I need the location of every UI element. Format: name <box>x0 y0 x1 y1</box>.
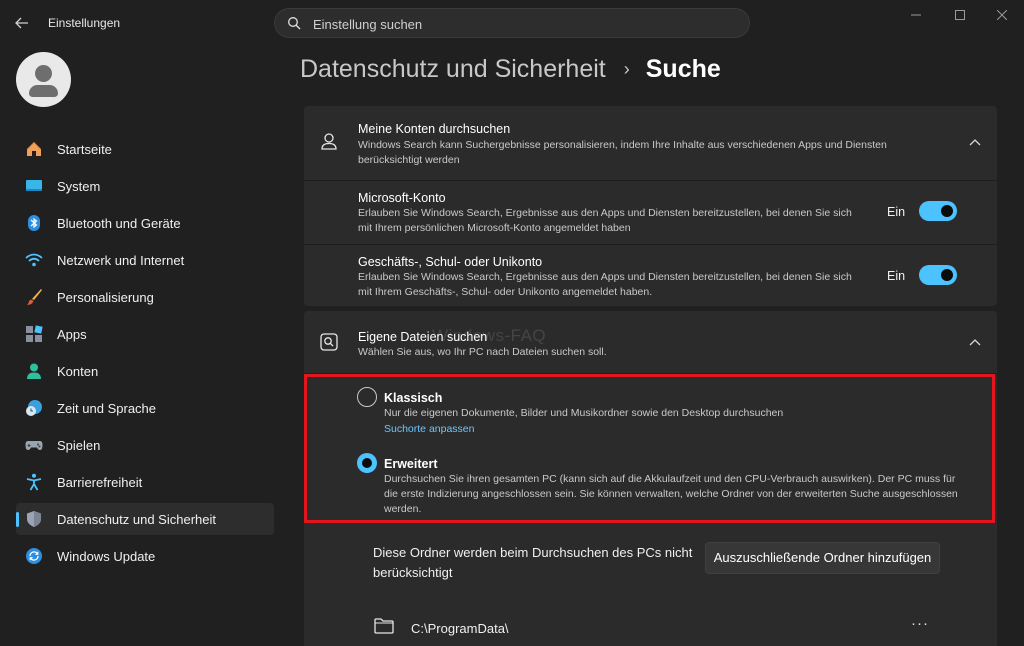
sidebar-item-barrierefreiheit[interactable]: Barrierefreiheit <box>16 466 274 498</box>
watermark: Windows-FAQ <box>432 326 547 345</box>
settings-search-box[interactable] <box>274 8 750 38</box>
sidebar-item-label: Personalisierung <box>57 289 154 305</box>
bluetooth-icon <box>25 214 43 232</box>
microsoft-account-title: Microsoft-Konto <box>358 191 446 205</box>
sidebar-item-label: Barrierefreiheit <box>57 474 143 490</box>
sidebar-item-datenschutz[interactable]: Datenschutz und Sicherheit <box>16 503 274 535</box>
monitor-icon <box>25 177 43 195</box>
toggle-knob <box>941 269 953 281</box>
sidebar-item-label: Startseite <box>57 141 112 157</box>
shield-icon <box>25 510 43 528</box>
sidebar-item-label: Konten <box>57 363 99 379</box>
maximize-button[interactable] <box>942 6 978 26</box>
title-bar: Einstellungen <box>0 0 1024 46</box>
sidebar-item-personalisierung[interactable]: Personalisierung <box>16 281 274 313</box>
excluded-folder-item: C:\ProgramData\ ··· <box>358 595 956 646</box>
add-excluded-folder-button[interactable]: Auszuschließende Ordner hinzufügen <box>705 542 940 574</box>
sidebar-item-bluetooth[interactable]: Bluetooth und Geräte <box>16 207 274 239</box>
sidebar-item-apps[interactable]: Apps <box>16 318 274 350</box>
excluded-folders-text: Diese Ordner werden beim Durchsuchen des… <box>373 545 693 580</box>
sidebar-item-label: Zeit und Sprache <box>57 400 157 416</box>
microsoft-account-toggle[interactable] <box>919 201 957 221</box>
sidebar-item-windows-update[interactable]: Windows Update <box>16 540 274 572</box>
toggle-knob <box>941 205 953 217</box>
maximize-icon <box>955 10 965 20</box>
sidebar-nav: Startseite System Bluetooth und Geräte N… <box>16 133 274 577</box>
brush-icon <box>25 288 43 306</box>
files-header-row[interactable]: Eigene Dateien suchen Wählen Sie aus, wo… <box>304 311 997 373</box>
sidebar-item-label: Netzwerk und Internet <box>57 252 185 268</box>
work-account-title: Geschäfts-, Schul- oder Unikonto <box>358 255 543 269</box>
breadcrumb-parent[interactable]: Datenschutz und Sicherheit <box>300 55 606 84</box>
sidebar-item-label: System <box>57 178 101 194</box>
avatar-body-icon <box>29 85 58 97</box>
sidebar-item-label: Bluetooth und Geräte <box>57 215 181 231</box>
accounts-search-card: Meine Konten durchsuchen Windows Search … <box>304 106 997 306</box>
wifi-icon <box>25 251 43 269</box>
search-input[interactable] <box>313 14 733 34</box>
update-icon <box>25 547 43 565</box>
sidebar-item-startseite[interactable]: Startseite <box>16 133 274 165</box>
sidebar-item-label: Apps <box>57 326 87 342</box>
back-button[interactable] <box>8 10 36 36</box>
minimize-icon <box>911 14 921 16</box>
avatar[interactable] <box>16 52 71 107</box>
highlight-box <box>304 374 995 523</box>
chevron-up-icon[interactable] <box>968 137 982 147</box>
page-title: Suche <box>645 55 721 83</box>
excluded-folders-card: Diese Ordner werden beim Durchsuchen des… <box>358 529 956 589</box>
more-options-button[interactable]: ··· <box>906 615 934 637</box>
accessibility-icon <box>25 473 43 491</box>
minimize-button[interactable] <box>898 6 934 26</box>
file-search-icon <box>320 333 338 351</box>
breadcrumb-separator: › <box>623 59 630 79</box>
files-description: Wählen Sie aus, wo Ihr PC nach Dateien s… <box>358 346 607 358</box>
breadcrumb: Datenschutz und Sicherheit › Suche <box>300 55 721 84</box>
sidebar-item-label: Spielen <box>57 437 101 453</box>
clock-globe-icon <box>25 399 43 417</box>
work-account-row: Geschäfts-, Schul- oder Unikonto Erlaube… <box>304 245 997 306</box>
sidebar-item-label: Windows Update <box>57 548 156 564</box>
microsoft-account-description: Erlauben Sie Windows Search, Ergebnisse … <box>358 207 852 234</box>
app-title: Einstellungen <box>48 16 121 30</box>
back-arrow-icon <box>15 17 28 29</box>
search-icon <box>288 17 301 30</box>
accounts-description: Windows Search kann Suchergebnisse perso… <box>358 139 887 166</box>
work-account-toggle-state: Ein <box>887 269 906 283</box>
accounts-header-row[interactable]: Meine Konten durchsuchen Windows Search … <box>304 106 997 180</box>
home-icon <box>25 140 43 158</box>
accounts-title: Meine Konten durchsuchen <box>358 122 511 136</box>
close-button[interactable] <box>984 6 1020 26</box>
folder-icon <box>374 618 394 634</box>
microsoft-account-row: Microsoft-Konto Erlauben Sie Windows Sea… <box>304 181 997 244</box>
microsoft-account-toggle-state: Ein <box>887 205 906 219</box>
sidebar-item-label: Datenschutz und Sicherheit <box>57 511 216 527</box>
person-outline-icon <box>321 133 337 150</box>
sidebar-item-zeit[interactable]: Zeit und Sprache <box>16 392 274 424</box>
sidebar-item-konten[interactable]: Konten <box>16 355 274 387</box>
gamepad-icon <box>25 436 43 454</box>
sidebar-item-netzwerk[interactable]: Netzwerk und Internet <box>16 244 274 276</box>
chevron-up-icon[interactable] <box>968 337 982 347</box>
apps-icon <box>25 325 43 343</box>
folder-path: C:\ProgramData\ <box>411 621 509 636</box>
sidebar-item-spielen[interactable]: Spielen <box>16 429 274 461</box>
work-account-toggle[interactable] <box>919 265 957 285</box>
avatar-head-icon <box>35 65 52 82</box>
sidebar-item-system[interactable]: System <box>16 170 274 202</box>
close-icon <box>996 9 1008 21</box>
person-icon <box>25 362 43 380</box>
work-account-description: Erlauben Sie Windows Search, Ergebnisse … <box>358 271 852 298</box>
